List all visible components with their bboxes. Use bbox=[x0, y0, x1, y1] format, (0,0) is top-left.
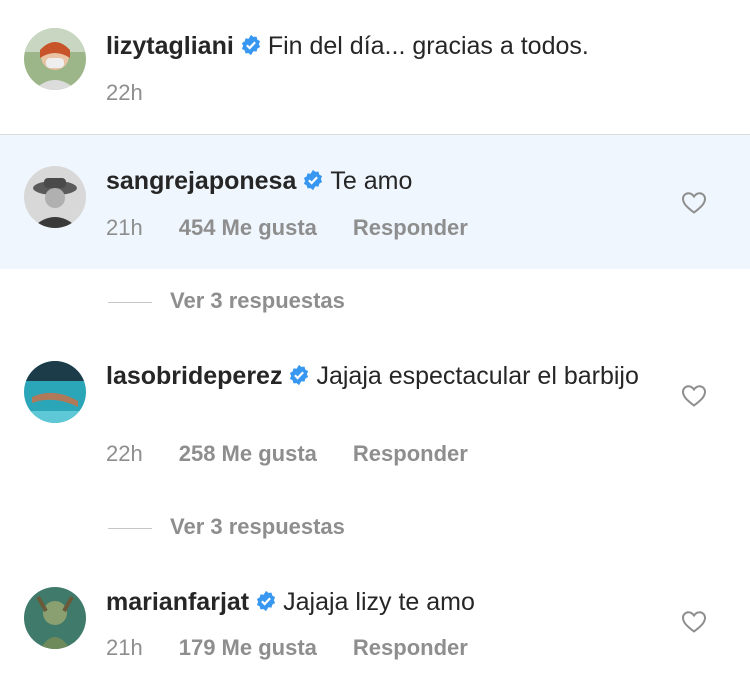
avatar[interactable] bbox=[24, 361, 86, 423]
heart-outline-icon[interactable] bbox=[681, 191, 707, 215]
likes-count[interactable]: 258 Me gusta bbox=[179, 441, 317, 466]
comment-body: Te amo bbox=[330, 167, 413, 195]
verified-badge-icon bbox=[257, 590, 276, 612]
comment-body: Jajaja espectacular el barbijo bbox=[316, 362, 639, 390]
caption-meta: 22h bbox=[106, 80, 179, 106]
reply-button[interactable]: Responder bbox=[353, 635, 468, 660]
username[interactable]: lasobrideperez bbox=[106, 362, 282, 390]
username[interactable]: sangrejaponesa bbox=[106, 167, 296, 195]
comment-item: marianfarjat Jajaja lizy te amo 21h 179 Me… bbox=[0, 556, 750, 699]
caption-block: lizytagliani Fin del día... gracias a tod… bbox=[0, 0, 750, 134]
avatar[interactable] bbox=[24, 28, 86, 90]
verified-badge-icon bbox=[290, 364, 309, 386]
caption-text: lizytagliani Fin del día... gracias a tod… bbox=[106, 31, 676, 62]
heart-outline-icon[interactable] bbox=[681, 384, 707, 408]
comment-text: sangrejaponesa Te amo bbox=[106, 166, 676, 197]
username[interactable]: lizytagliani bbox=[106, 32, 234, 60]
avatar[interactable] bbox=[24, 587, 86, 649]
avatar-lizytagliani-icon bbox=[24, 28, 86, 90]
view-replies-label: Ver 3 respuestas bbox=[170, 288, 345, 313]
comment-text: marianfarjat Jajaja lizy te amo bbox=[106, 587, 676, 618]
avatar-lasobrideperez-icon bbox=[24, 361, 86, 423]
comment-meta: 21h 179 Me gusta Responder bbox=[106, 635, 504, 661]
timestamp: 22h bbox=[106, 441, 143, 466]
comment-meta: 22h 258 Me gusta Responder bbox=[106, 441, 504, 467]
view-replies-button[interactable]: Ver 3 respuestas bbox=[108, 514, 345, 540]
likes-count[interactable]: 179 Me gusta bbox=[179, 635, 317, 660]
reply-button[interactable]: Responder bbox=[353, 441, 468, 466]
replies-divider-line bbox=[108, 527, 152, 529]
view-replies-label: Ver 3 respuestas bbox=[170, 514, 345, 539]
caption-body: Fin del día... gracias a todos. bbox=[267, 32, 589, 60]
reply-button[interactable]: Responder bbox=[353, 215, 468, 240]
avatar[interactable] bbox=[24, 166, 86, 228]
likes-count[interactable]: 454 Me gusta bbox=[179, 215, 317, 240]
comment-item: sangrejaponesa Te amo 21h 454 Me gusta Resp… bbox=[0, 135, 750, 269]
avatar-sangrejaponesa-icon bbox=[24, 166, 86, 228]
avatar-marianfarjat-icon bbox=[24, 587, 86, 649]
verified-badge-icon bbox=[304, 169, 323, 191]
timestamp: 21h bbox=[106, 215, 143, 240]
timestamp: 22h bbox=[106, 80, 143, 105]
comment-body: Jajaja lizy te amo bbox=[283, 588, 475, 616]
comment-item: lasobrideperez Jajaja espectacular el bar… bbox=[0, 330, 750, 490]
heart-outline-icon[interactable] bbox=[681, 610, 707, 634]
verified-badge-icon bbox=[241, 34, 260, 56]
view-replies-button[interactable]: Ver 3 respuestas bbox=[108, 288, 345, 314]
comment-text: lasobrideperez Jajaja espectacular el bar… bbox=[106, 361, 676, 392]
timestamp: 21h bbox=[106, 635, 143, 660]
comment-meta: 21h 454 Me gusta Responder bbox=[106, 215, 504, 241]
replies-divider-line bbox=[108, 301, 152, 303]
username[interactable]: marianfarjat bbox=[106, 588, 249, 616]
